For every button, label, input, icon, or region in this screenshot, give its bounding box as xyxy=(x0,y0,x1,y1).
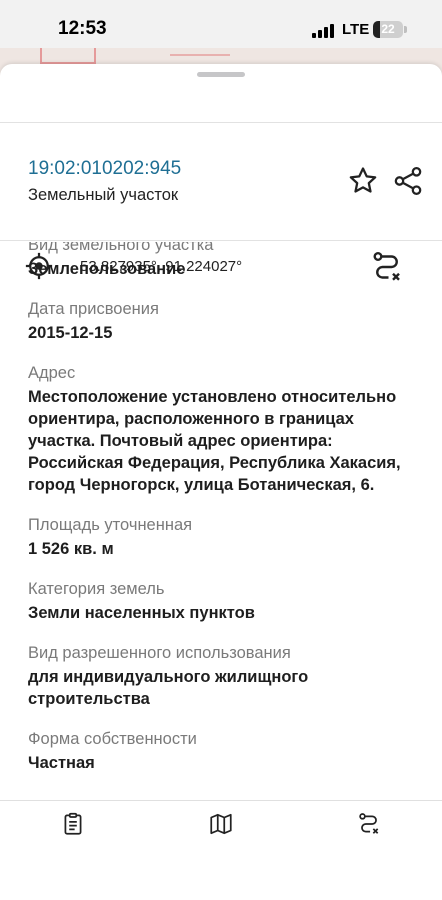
field-value: для индивидуального жилищного строительс… xyxy=(28,668,309,708)
parcel-type: Земельный участок xyxy=(28,186,179,204)
network-type: LTE xyxy=(342,21,370,38)
tab-details[interactable] xyxy=(60,811,86,837)
detail-field: Дата присвоения 2015-12-15 xyxy=(28,298,418,344)
field-value: Местоположение установлено относительно … xyxy=(28,388,401,494)
status-time: 12:53 xyxy=(58,18,107,39)
detail-field: Площадь уточненная 1 526 кв. м xyxy=(28,514,418,560)
field-label: Форма собственности xyxy=(28,730,197,748)
details-sheet: 19:02:010202:945 Земельный участок 53.82… xyxy=(0,64,442,900)
field-label: Площадь уточненная xyxy=(28,516,193,534)
map-boundary-line xyxy=(170,54,230,56)
battery-text: 22 xyxy=(381,22,395,36)
field-value: 1 526 кв. м xyxy=(28,540,114,558)
star-icon xyxy=(349,167,377,193)
divider xyxy=(0,122,442,123)
cadastral-number[interactable]: 19:02:010202:945 xyxy=(28,158,181,180)
route-icon xyxy=(359,813,379,834)
detail-field: Категория земель Земли населенных пунктов xyxy=(28,578,418,624)
field-value: Земли населенных пунктов xyxy=(28,604,255,622)
field-value: 2015-12-15 xyxy=(28,324,113,342)
tab-map[interactable] xyxy=(208,811,234,837)
field-label: Вид земельного участка xyxy=(28,242,214,254)
tab-bar xyxy=(0,800,442,900)
field-label: Категория земель xyxy=(28,580,165,598)
detail-field: Форма собственности Частная xyxy=(28,728,418,774)
clipboard-icon xyxy=(64,812,82,835)
share-button[interactable] xyxy=(391,164,425,198)
battery-icon: 22 xyxy=(373,21,403,38)
drag-handle[interactable] xyxy=(197,72,245,77)
fields-list[interactable]: Вид земельного участка Землепользование Да… xyxy=(0,242,442,864)
favorite-button[interactable] xyxy=(346,164,380,198)
detail-field: Адрес Местоположение установлено относите… xyxy=(28,362,418,496)
field-value: Землепользование xyxy=(28,260,186,278)
signal-icon xyxy=(312,24,334,38)
map-icon xyxy=(210,813,232,835)
field-label: Дата присвоения xyxy=(28,300,159,318)
detail-field: Вид разрешенного использования для индиви… xyxy=(28,642,418,710)
share-icon xyxy=(394,166,422,196)
field-value: Частная xyxy=(28,754,95,772)
map-boundary-line xyxy=(94,48,96,64)
battery-tip xyxy=(404,26,407,33)
field-label: Вид разрешенного использования xyxy=(28,644,291,662)
tab-route[interactable] xyxy=(356,811,382,837)
divider xyxy=(0,240,442,241)
field-label: Адрес xyxy=(28,364,76,382)
detail-field: Вид земельного участка Землепользование xyxy=(28,242,418,280)
